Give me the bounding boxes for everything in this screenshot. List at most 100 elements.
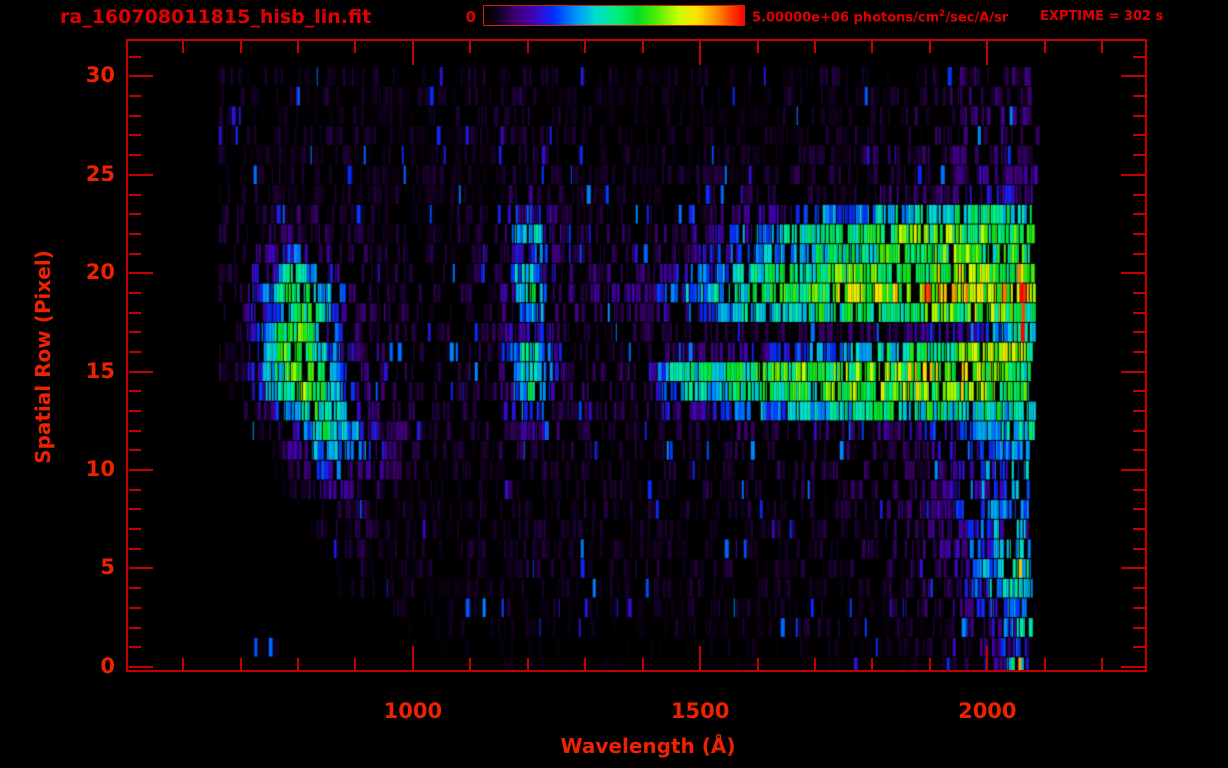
tick-mark — [129, 646, 141, 649]
tick-mark — [182, 658, 185, 670]
tick-mark — [1101, 658, 1104, 670]
tick-mark — [411, 646, 414, 670]
x-tick-label-2000: 2000 — [958, 699, 1017, 723]
y-tick-label-30: 30 — [85, 63, 115, 88]
y-tick-label-5: 5 — [100, 555, 115, 580]
tick-mark — [1133, 154, 1145, 157]
tick-mark — [1133, 587, 1145, 590]
tick-mark — [1133, 331, 1145, 334]
tick-mark — [871, 41, 874, 53]
tick-mark — [129, 508, 141, 511]
tick-mark — [641, 658, 644, 670]
colorbar-max-label: 5.00000e+06 photons/cm2/sec/A/sr — [752, 9, 1008, 25]
tick-mark — [1133, 606, 1145, 609]
tick-mark — [129, 95, 141, 98]
y-tick-label-10: 10 — [85, 457, 115, 482]
tick-mark — [129, 370, 153, 373]
tick-mark — [1043, 41, 1046, 53]
tick-mark — [756, 658, 759, 670]
tick-mark — [239, 41, 242, 53]
tick-mark — [756, 41, 759, 53]
tick-mark — [813, 41, 816, 53]
tick-mark — [129, 272, 153, 275]
tick-mark — [129, 488, 141, 491]
tick-mark — [1133, 350, 1145, 353]
tick-mark — [129, 449, 141, 452]
tick-mark — [129, 311, 141, 314]
tick-mark — [129, 606, 141, 609]
colorbar-units-prefix: photons/cm — [849, 10, 940, 26]
tick-mark — [129, 232, 141, 235]
tick-mark — [129, 55, 141, 58]
tick-mark — [1133, 291, 1145, 294]
tick-mark — [129, 665, 153, 668]
tick-mark — [129, 213, 141, 216]
tick-mark — [1101, 41, 1104, 53]
tick-mark — [1133, 114, 1145, 117]
tick-mark — [1121, 665, 1145, 668]
plot-title: ra_160708011815_hisb_lin.fit — [60, 6, 372, 28]
tick-mark — [584, 658, 587, 670]
tick-mark — [1133, 528, 1145, 531]
tick-mark — [129, 469, 153, 472]
tick-mark — [584, 41, 587, 53]
tick-mark — [129, 567, 153, 570]
tick-mark — [129, 252, 141, 255]
y-tick-label-0: 0 — [100, 653, 115, 678]
colorbar-gradient — [483, 5, 745, 26]
tick-mark — [297, 658, 300, 670]
tick-mark — [813, 658, 816, 670]
tick-mark — [1121, 469, 1145, 472]
tick-mark — [129, 75, 153, 78]
tick-mark — [1133, 55, 1145, 58]
x-axis-label: Wavelength (Å) — [560, 734, 736, 758]
tick-mark — [1133, 646, 1145, 649]
plot-frame — [126, 39, 1147, 672]
tick-mark — [182, 41, 185, 53]
tick-mark — [1133, 508, 1145, 511]
tick-mark — [1133, 213, 1145, 216]
tick-mark — [239, 658, 242, 670]
tick-mark — [1121, 567, 1145, 570]
y-tick-label-15: 15 — [85, 358, 115, 383]
colorbar-max-value: 5.00000e+06 — [752, 10, 850, 26]
tick-mark — [928, 658, 931, 670]
tick-mark — [411, 41, 414, 65]
tick-mark — [1121, 370, 1145, 373]
tick-mark — [928, 41, 931, 53]
tick-mark — [129, 154, 141, 157]
tick-mark — [129, 429, 141, 432]
tick-mark — [641, 41, 644, 53]
y-tick-label-25: 25 — [85, 161, 115, 186]
tick-mark — [1121, 272, 1145, 275]
tick-mark — [129, 331, 141, 334]
tick-mark — [1133, 488, 1145, 491]
tick-mark — [1043, 658, 1046, 670]
colorbar-min-label: 0 — [465, 8, 476, 26]
tick-mark — [129, 528, 141, 531]
colorbar-units-suffix: /sec/A/sr — [945, 10, 1009, 26]
tick-mark — [1133, 134, 1145, 137]
tick-mark — [1133, 252, 1145, 255]
tick-mark — [469, 658, 472, 670]
tick-mark — [699, 646, 702, 670]
tick-mark — [129, 547, 141, 550]
tick-mark — [354, 41, 357, 53]
tick-mark — [469, 41, 472, 53]
tick-mark — [1121, 75, 1145, 78]
tick-mark — [871, 658, 874, 670]
tick-mark — [297, 41, 300, 53]
tick-mark — [699, 41, 702, 65]
tick-mark — [354, 658, 357, 670]
tick-mark — [1133, 547, 1145, 550]
tick-mark — [129, 193, 141, 196]
tick-mark — [129, 134, 141, 137]
tick-mark — [526, 658, 529, 670]
tick-mark — [129, 410, 141, 413]
x-tick-label-1000: 1000 — [383, 699, 443, 723]
tick-mark — [1133, 232, 1145, 235]
tick-mark — [1133, 429, 1145, 432]
tick-mark — [129, 114, 141, 117]
spectral-image-window: ra_160708011815_hisb_lin.fit 0 5.00000e+… — [0, 0, 1228, 768]
tick-mark — [1133, 449, 1145, 452]
